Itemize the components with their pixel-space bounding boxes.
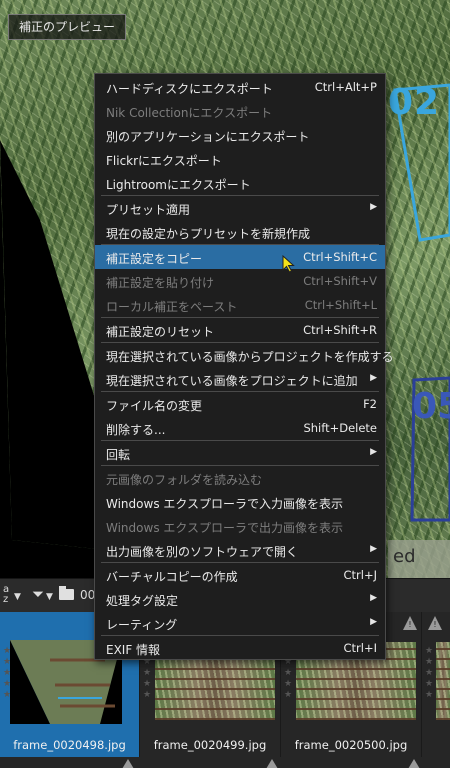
submenu-arrow-icon: ▶ [370,447,377,457]
menu-item-label: 補正設定のリセット [106,325,215,339]
submenu-arrow-icon: ▶ [370,544,377,554]
thumbnail-filename: frame_0020500.jpg [294,738,408,752]
menu-item-open-output-with[interactable]: 出力画像を別のソフトウェアで開く ▶ [95,538,385,562]
menu-item-load-source-folder[interactable]: 元画像のフォルダを読み込む [95,466,385,490]
thumbnail-filename: frame_0020498.jpg [13,738,126,752]
overlay-text: ed [393,546,416,567]
mouse-cursor-icon [282,255,295,273]
menu-item-label: EXIF 情報 [106,643,161,657]
menu-item-shortcut: Ctrl+I [343,641,378,655]
menu-item-label: Lightroomにエクスポート [106,178,251,192]
menu-item-create-project[interactable]: 現在選択されている画像からプロジェクトを作成する [95,343,394,367]
preview-label: 補正のプレビュー [8,14,127,40]
menu-item-delete[interactable]: 削除する... Shift+Delete [95,416,385,440]
sort-az-icon[interactable]: a z [3,585,9,605]
menu-item-label: 現在選択されている画像をプロジェクトに追加 [106,374,358,388]
menu-item-shortcut: Ctrl+Alt+P [314,80,377,94]
chevron-down-icon[interactable]: ▼ [14,592,21,602]
menu-item-apply-preset[interactable]: プリセット適用 ▶ [95,196,385,220]
menu-item-label: 処理タグ設定 [106,594,179,608]
menu-item-label: Windows エクスプローラで出力画像を表示 [106,521,344,535]
menu-item-paste-settings[interactable]: 補正設定を貼り付け Ctrl+Shift+V [95,269,385,293]
warning-icon [122,759,134,768]
menu-item-label: 現在選択されている画像からプロジェクトを作成する [106,350,394,364]
menu-item-label: 削除する... [106,423,166,437]
submenu-arrow-icon: ▶ [370,617,377,627]
menu-item-reset-settings[interactable]: 補正設定のリセット Ctrl+Shift+R [95,318,385,342]
menu-item-label: ハードディスクにエクスポート [106,82,273,96]
menu-item-shortcut: Ctrl+Shift+C [303,250,377,264]
chevron-down-icon[interactable]: ▼ [46,592,53,602]
menu-item-shortcut: Shift+Delete [303,421,377,435]
menu-item-label: ファイル名の変更 [106,399,203,413]
submenu-arrow-icon: ▶ [370,202,377,212]
menu-item-label: レーティング [106,618,178,632]
menu-item-label: プリセット適用 [106,203,191,217]
menu-item-label: Flickrにエクスポート [106,154,222,168]
menu-item-shortcut: Ctrl+Shift+L [304,298,377,312]
menu-item-label: Windows エクスプローラで入力画像を表示 [106,497,344,511]
warning-icon: ! [403,616,417,630]
menu-item-label: 別のアプリケーションにエクスポート [106,130,310,144]
menu-item-export-nik[interactable]: Nik Collectionにエクスポート [95,99,385,123]
menu-item-label: 元画像のフォルダを読み込む [106,473,263,487]
menu-item-export-lightroom[interactable]: Lightroomにエクスポート [95,171,385,195]
menu-item-exif[interactable]: EXIF 情報 Ctrl+I [95,636,385,660]
menu-item-label: バーチャルコピーの作成 [106,570,238,584]
menu-item-label: Nik Collectionにエクスポート [106,106,273,120]
menu-item-label: 回転 [106,448,131,462]
menu-item-export-app[interactable]: 別のアプリケーションにエクスポート [95,123,385,147]
menu-item-rating[interactable]: レーティング ▶ [95,611,385,635]
filter-icon[interactable]: ⏷ [32,585,44,603]
thumbnail-filename: frame_0020499.jpg [153,738,267,752]
menu-item-add-to-project[interactable]: 現在選択されている画像をプロジェクトに追加 ▶ [95,367,385,391]
folder-path[interactable]: 00 [80,588,95,602]
menu-item-copy-settings[interactable]: 補正設定をコピー Ctrl+Shift+C [95,245,385,269]
menu-item-process-tag[interactable]: 処理タグ設定 ▶ [95,587,385,611]
menu-item-shortcut: F2 [363,397,377,411]
menu-item-label: 現在の設定からプリセットを新規作成 [106,227,311,241]
folder-icon[interactable] [59,586,74,600]
menu-item-rename[interactable]: ファイル名の変更 F2 [95,392,385,416]
submenu-arrow-icon: ▶ [370,373,377,383]
menu-item-new-preset[interactable]: 現在の設定からプリセットを新規作成 [95,220,385,244]
warning-icon [408,759,420,768]
menu-item-shortcut: Ctrl+J [343,568,378,582]
menu-item-label: 補正設定をコピー [106,252,203,266]
menu-item-label: 補正設定を貼り付け [106,276,215,290]
menu-item-export-hdd[interactable]: ハードディスクにエクスポート Ctrl+Alt+P [95,75,385,99]
warning-icon: ! [428,616,442,630]
menu-item-export-flickr[interactable]: Flickrにエクスポート [95,147,385,171]
context-menu: ハードディスクにエクスポート Ctrl+Alt+P Nik Collectionに… [94,73,394,660]
menu-item-label: ローカル補正をペースト [106,300,238,314]
menu-item-paste-local[interactable]: ローカル補正をペースト Ctrl+Shift+L [95,293,385,317]
overlay-text: 05 [412,386,450,427]
submenu-arrow-icon: ▶ [370,593,377,603]
menu-item-show-output-explorer[interactable]: Windows エクスプローラで出力画像を表示 [95,514,385,538]
thumbnail-image [436,642,450,720]
warning-icon [266,759,278,768]
overlay-text: 02 [388,82,441,123]
rating-stars[interactable]: ★★★★★ [425,646,433,701]
thumbnail[interactable]: ! ★ ★ ★ ★ ★ [422,612,450,757]
menu-item-shortcut: Ctrl+Shift+R [303,323,377,337]
menu-item-label: 出力画像を別のソフトウェアで開く [106,545,299,559]
menu-item-virtual-copy[interactable]: バーチャルコピーの作成 Ctrl+J [95,563,385,587]
menu-item-rotate[interactable]: 回転 ▶ [95,441,385,465]
menu-item-show-input-explorer[interactable]: Windows エクスプローラで入力画像を表示 [95,490,385,514]
menu-item-shortcut: Ctrl+Shift+V [303,274,377,288]
